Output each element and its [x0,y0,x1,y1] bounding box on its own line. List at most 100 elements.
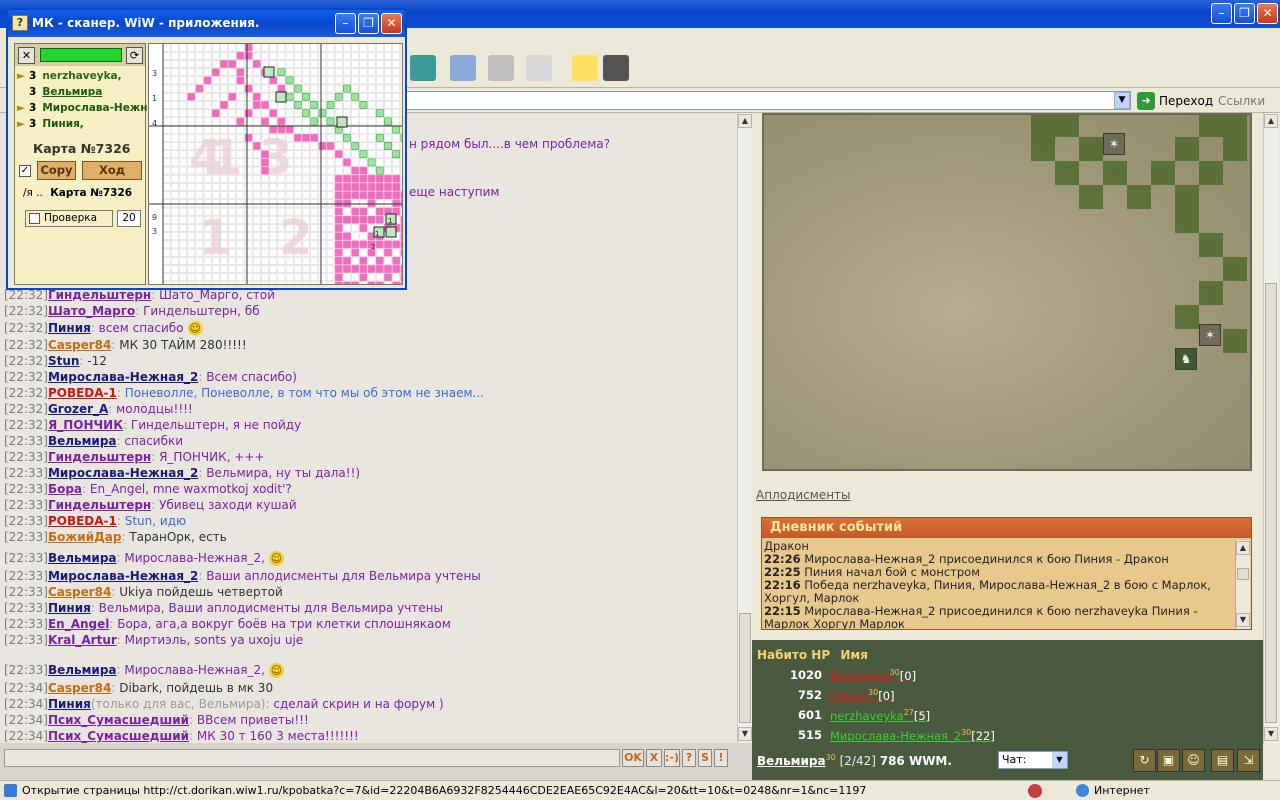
grid-cell[interactable] [236,248,245,257]
grid-cell[interactable] [400,281,403,285]
grid-cell[interactable] [359,142,368,150]
grid-cell[interactable] [334,51,343,60]
exit-icon[interactable]: ⇲ [1237,749,1260,772]
grid-cell[interactable] [351,191,360,200]
grid-cell[interactable] [170,51,179,60]
grid-cell[interactable] [187,215,196,224]
grid-cell[interactable] [400,60,403,68]
grid-cell[interactable] [179,133,187,142]
grid-cell[interactable] [302,84,310,93]
grid-cell[interactable] [367,150,376,159]
grid-cell[interactable] [351,84,360,93]
grid-cell[interactable] [170,133,179,142]
grid-cell[interactable] [187,101,196,109]
grid-cell[interactable] [228,281,237,285]
grid-cell[interactable] [343,273,351,282]
grid-cell[interactable] [179,273,187,282]
grid-cell[interactable] [293,76,302,85]
grid-cell[interactable] [310,174,319,183]
marked-cell[interactable] [263,66,275,78]
grid-cell[interactable] [203,51,212,60]
grid-cell[interactable] [351,240,360,249]
address-input[interactable] [406,91,1131,110]
grid-cell[interactable] [179,256,187,265]
grid-cell[interactable] [170,125,179,134]
grid-cell[interactable] [162,191,171,200]
grid-cell[interactable] [170,84,179,93]
grid-cell[interactable] [170,256,179,265]
grid-cell[interactable] [318,101,327,109]
grid-cell[interactable] [302,166,310,175]
grid-cell[interactable] [400,142,403,150]
grid-cell[interactable] [392,166,401,175]
grid-cell[interactable] [375,215,384,224]
scanner-close-button[interactable]: ✕ [381,13,402,34]
grid-cell[interactable] [228,84,237,93]
grid-cell[interactable] [187,117,196,126]
grid-cell[interactable] [310,273,319,282]
grid-cell[interactable] [220,92,228,101]
grid-cell[interactable] [220,101,228,109]
chat-button[interactable]: X [646,749,662,767]
grid-cell[interactable] [351,76,360,85]
chat-nick[interactable]: Гиндельштерн [48,498,151,512]
chat-nick[interactable]: Гиндельштерн [48,450,151,464]
grid-cell[interactable] [318,76,327,85]
grid-cell[interactable] [310,142,319,150]
grid-cell[interactable] [367,281,376,285]
grid-cell[interactable] [400,265,403,273]
grid-cell[interactable] [203,84,212,93]
grid-cell[interactable] [170,101,179,109]
grid-cell[interactable] [359,84,368,93]
grid-cell[interactable] [351,248,360,257]
grid-cell[interactable] [343,199,351,208]
grid-cell[interactable] [285,273,294,282]
refresh-icon[interactable] [410,55,436,81]
grid-cell[interactable] [269,224,278,232]
grid-cell[interactable] [170,207,179,216]
grid-cell[interactable] [384,117,392,126]
marked-cell[interactable] [385,226,397,238]
grid-cell[interactable] [220,109,228,118]
grid-cell[interactable] [351,232,360,241]
grid-cell[interactable] [244,273,253,282]
grid-cell[interactable] [236,84,245,93]
grid-cell[interactable] [252,240,261,249]
grid-cell[interactable] [228,191,237,200]
grid-cell[interactable] [170,44,179,52]
diary-scrollbar[interactable]: ▲ ▼ [1235,540,1250,629]
grid-cell[interactable] [293,109,302,118]
grid-cell[interactable] [252,215,261,224]
grid-cell[interactable] [367,125,376,134]
grid-cell[interactable] [187,240,196,249]
grid-cell[interactable] [310,76,319,85]
grid-cell[interactable] [170,166,179,175]
grid-cell[interactable] [384,60,392,68]
grid-cell[interactable] [326,158,335,167]
mail-icon[interactable] [450,55,476,81]
grid-cell[interactable] [236,256,245,265]
grid-cell[interactable] [179,240,187,249]
grid-cell[interactable] [375,158,384,167]
grid-cell[interactable] [400,150,403,159]
grid-cell[interactable] [359,256,368,265]
grid-cell[interactable] [244,174,253,183]
grid-cell[interactable] [392,125,401,134]
grid-cell[interactable] [359,240,368,249]
grid-cell[interactable] [261,44,269,52]
grid-cell[interactable] [375,191,384,200]
grid-cell[interactable] [334,224,343,232]
grid-cell[interactable] [400,101,403,109]
grid-cell[interactable] [367,44,376,52]
grid-cell[interactable] [261,51,269,60]
copy-button[interactable]: Copy [37,161,76,180]
grid-cell[interactable] [400,125,403,134]
grid-cell[interactable] [310,68,319,77]
grid-cell[interactable] [179,68,187,77]
verify-input[interactable]: 20 [117,210,141,227]
grid-cell[interactable] [400,44,403,52]
grid-cell[interactable] [334,256,343,265]
grid-cell[interactable] [285,44,294,52]
grid-cell[interactable] [220,281,228,285]
grid-cell[interactable] [179,166,187,175]
